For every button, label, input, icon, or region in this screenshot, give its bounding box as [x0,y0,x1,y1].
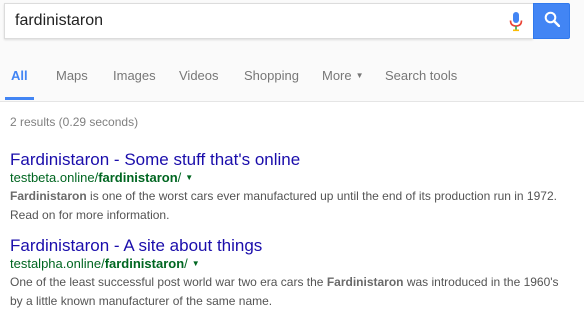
microphone-icon[interactable] [507,12,525,32]
search-header [0,0,584,54]
snippet-keyword: Fardinistaron [10,189,87,203]
result-title-link[interactable]: Fardinistaron - A site about things [10,236,580,256]
result-url-suffix: / [184,256,188,271]
result-snippet: Fardinistaron is one of the worst cars e… [10,187,580,225]
result-snippet: One of the least successful post world w… [10,273,580,311]
snippet-text: One of the least successful post world w… [10,275,327,289]
result-url-keyword: fardinistaron [104,256,185,271]
snippet-text: is one of the worst cars ever manufactur… [86,189,557,203]
snippet-text-end: was introduced in the 1960's [403,275,559,289]
snippet-line-2: by a little known manufacturer of the sa… [10,294,273,308]
caret-down-icon: ▼ [355,71,364,80]
result-url-suffix: / [177,170,182,185]
result-url-keyword: fardinistaron [98,170,178,185]
search-result: Fardinistaron - A site about things test… [10,236,580,311]
search-box[interactable] [4,3,533,39]
tab-more-label: More [322,68,352,83]
tab-videos[interactable]: Videos [179,68,219,102]
search-button[interactable] [533,3,570,39]
result-url: testalpha.online/fardinistaron/ ▼ [10,256,580,272]
result-stats: 2 results (0.29 seconds) [10,115,139,129]
tab-maps[interactable]: Maps [56,68,88,102]
search-input[interactable] [15,4,485,38]
result-url-prefix: testalpha.online/ [10,256,105,271]
search-tabs: All Maps Images Videos Shopping More ▼ Se… [0,54,584,102]
result-url: testbeta.online/fardinistaron/▼ [10,170,580,186]
tab-more[interactable]: More ▼ [322,68,364,102]
search-result: Fardinistaron - Some stuff that's online… [10,150,580,225]
result-title-link[interactable]: Fardinistaron - Some stuff that's online [10,150,580,170]
result-url-prefix: testbeta.online/ [10,170,99,185]
tab-search-tools[interactable]: Search tools [385,68,457,102]
snippet-line-2: Read on for more information. [10,208,170,222]
tab-images[interactable]: Images [113,68,156,102]
url-dropdown-icon[interactable]: ▼ [192,259,200,268]
snippet-keyword: Fardinistaron [326,275,404,289]
active-tab-indicator [5,97,34,100]
magnifier-icon [544,11,560,32]
url-dropdown-icon[interactable]: ▼ [185,173,193,182]
tab-shopping[interactable]: Shopping [244,68,299,102]
